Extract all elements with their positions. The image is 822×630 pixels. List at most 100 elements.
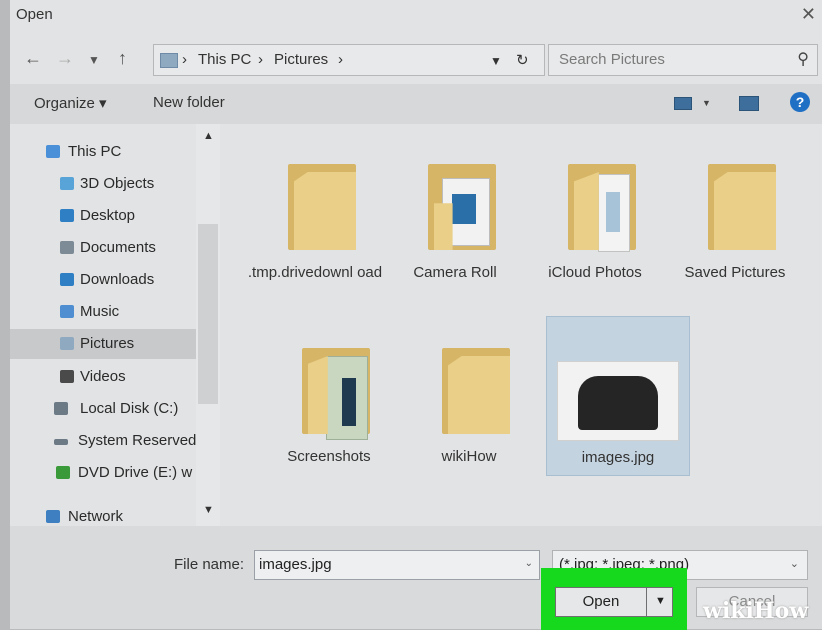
file-list: .tmp.drivedownl oad Camera Roll iCloud P…	[220, 124, 822, 526]
up-arrow-icon[interactable]: ↑	[118, 48, 127, 69]
sidebar-item-pictures[interactable]: Pictures	[10, 329, 196, 359]
scrollbar-thumb[interactable]	[198, 224, 218, 404]
dialog-footer: File name: images.jpg ⌄ (*.jpg; *.jpeg; …	[10, 526, 822, 630]
folder-icon	[708, 164, 780, 250]
filetype-dropdown-icon[interactable]: ⌄	[790, 557, 799, 570]
folder-tmp-drivedownload[interactable]: .tmp.drivedownl oad	[244, 134, 386, 292]
file-label: Saved Pictures	[684, 264, 786, 281]
sidebar-item-system-reserved[interactable]: System Reserved	[10, 426, 196, 456]
sidebar-item-downloads[interactable]: Downloads	[10, 265, 196, 295]
view-options-icon[interactable]	[674, 97, 692, 110]
search-icon: ⚲	[797, 51, 809, 68]
file-label: wikiHow	[441, 448, 497, 465]
drive-icon	[54, 439, 68, 445]
disk-icon	[54, 402, 68, 415]
breadcrumb-pictures[interactable]: Pictures	[274, 51, 328, 68]
open-file-dialog: Open ✕ ← → ▼ ↑ › This PC › Pictures › ▼ …	[10, 0, 822, 630]
media-icon	[452, 194, 476, 224]
cube-icon	[60, 177, 74, 190]
filename-value: images.jpg	[259, 556, 332, 573]
file-label: Screenshots	[287, 448, 371, 465]
pictures-icon	[160, 53, 178, 68]
watermark: wikiHow	[703, 598, 809, 624]
folder-icloud-photos[interactable]: iCloud Photos	[524, 134, 666, 292]
file-label: .tmp.drivedownl oad	[247, 264, 383, 281]
sidebar-item-label: 3D Objects	[80, 175, 155, 192]
sidebar-item-videos[interactable]: Videos	[10, 362, 196, 392]
file-label: iCloud Photos	[548, 264, 642, 281]
sidebar-item-desktop[interactable]: Desktop	[10, 201, 196, 231]
address-dropdown-icon[interactable]: ▼	[490, 54, 502, 68]
sidebar-item-3d-objects[interactable]: 3D Objects	[10, 169, 196, 199]
address-bar[interactable]: › This PC › Pictures › ▼ ↻	[153, 44, 545, 76]
filename-dropdown-icon[interactable]: ⌄	[525, 558, 533, 569]
refresh-icon[interactable]: ↻	[516, 51, 529, 69]
command-bar: Organize ▾ New folder ▼ ?	[10, 84, 822, 124]
sidebar-item-label: DVD Drive (E:) w	[78, 464, 193, 481]
breadcrumb-separator: ›	[258, 51, 263, 68]
organize-button[interactable]: Organize ▾	[34, 94, 107, 112]
sidebar-item-label: Videos	[80, 368, 126, 385]
sidebar-item-label: Network	[68, 508, 124, 525]
sidebar-item-local-disk[interactable]: Local Disk (C:)	[10, 394, 196, 424]
folder-screenshots[interactable]: Screenshots	[258, 318, 400, 476]
recent-locations-chevron-icon[interactable]: ▼	[88, 53, 100, 67]
sidebar-item-music[interactable]: Music	[10, 297, 196, 327]
folder-icon	[428, 164, 500, 250]
sidebar-item-label: Documents	[80, 239, 156, 256]
open-button[interactable]: Open ▼	[555, 587, 673, 617]
open-button-label: Open	[582, 593, 620, 610]
breadcrumb-separator: ›	[338, 51, 343, 68]
filename-label: File name:	[174, 556, 245, 573]
breadcrumb-this-pc[interactable]: This PC	[198, 51, 251, 68]
filename-input[interactable]: images.jpg ⌄	[254, 550, 540, 580]
folder-icon	[288, 164, 360, 250]
navigation-pane: This PC 3D Objects Desktop Documents Dow…	[10, 124, 220, 526]
sidebar-item-label: Pictures	[80, 335, 135, 352]
navigation-bar: ← → ▼ ↑ › This PC › Pictures › ▼ ↻ Searc…	[10, 40, 822, 80]
open-options-button[interactable]: ▼	[646, 588, 673, 616]
forward-arrow-icon[interactable]: →	[56, 48, 74, 69]
music-icon	[60, 305, 74, 318]
desktop-icon	[60, 209, 74, 222]
folder-icon	[568, 164, 640, 252]
new-folder-button[interactable]: New folder	[153, 94, 225, 111]
help-icon[interactable]: ?	[790, 92, 810, 112]
file-label: Camera Roll	[413, 264, 497, 281]
view-options-chevron-icon[interactable]: ▼	[702, 98, 711, 108]
scroll-up-icon[interactable]: ▲	[203, 130, 214, 142]
sidebar-item-label: Local Disk (C:)	[80, 400, 179, 417]
computer-icon	[46, 145, 60, 158]
sidebar-scrollbar[interactable]: ▲ ▼	[196, 124, 220, 526]
file-label: images.jpg	[581, 449, 655, 466]
file-images-jpg[interactable]: images.jpg	[546, 316, 690, 476]
network-icon	[46, 510, 60, 523]
search-box[interactable]: Search Pictures ⚲	[548, 44, 818, 76]
dialog-title: Open	[16, 6, 53, 23]
scroll-down-icon[interactable]: ▼	[203, 504, 214, 516]
folder-camera-roll[interactable]: Camera Roll	[384, 134, 526, 292]
open-dropdown-icon: ▼	[655, 595, 666, 607]
sidebar-item-documents[interactable]: Documents	[10, 233, 196, 263]
search-placeholder: Search Pictures	[559, 51, 665, 68]
sidebar-item-network[interactable]: Network	[10, 502, 196, 526]
download-icon	[60, 273, 74, 286]
folder-wikihow[interactable]: wikiHow	[398, 318, 540, 476]
sidebar-item-label: This PC	[68, 143, 122, 160]
sidebar-item-label: Music	[80, 303, 120, 320]
preview-pane-icon[interactable]	[739, 96, 759, 111]
sidebar-item-this-pc[interactable]: This PC	[10, 137, 196, 167]
sidebar-item-label: Desktop	[80, 207, 136, 224]
image-thumbnail	[557, 361, 679, 441]
folder-saved-pictures[interactable]: Saved Pictures	[664, 134, 806, 292]
sidebar-item-label: Downloads	[80, 271, 155, 288]
back-arrow-icon[interactable]: ←	[24, 48, 42, 69]
folder-icon	[442, 348, 514, 434]
folder-icon	[302, 348, 374, 440]
sidebar-item-label: System Reserved	[78, 432, 196, 449]
videos-icon	[60, 370, 74, 383]
breadcrumb-separator: ›	[182, 51, 187, 68]
close-icon[interactable]: ✕	[801, 4, 816, 25]
sidebar-item-dvd-drive[interactable]: DVD Drive (E:) w	[10, 458, 196, 488]
dvd-icon	[56, 466, 70, 479]
